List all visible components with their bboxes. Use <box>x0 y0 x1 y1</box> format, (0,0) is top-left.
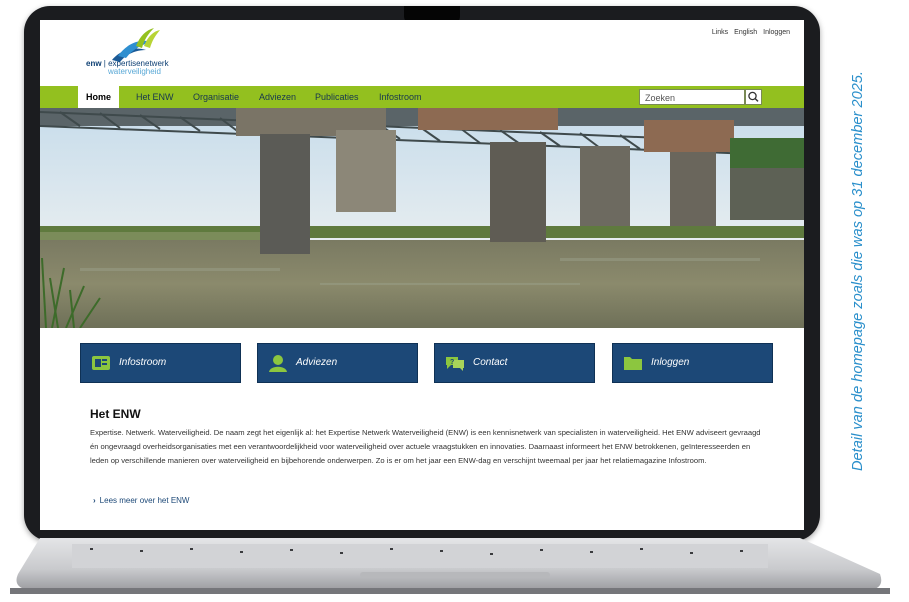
nav-item-organisatie[interactable]: Organisatie <box>193 86 239 108</box>
laptop-screen: Links English Inloggen enw | expertisene… <box>40 20 804 530</box>
nav-item-infostroom[interactable]: Infostroom <box>379 86 422 108</box>
tile-adviezen[interactable]: Adviezen <box>257 343 418 383</box>
caption-wrap: Detail van de homepage zoals die was op … <box>838 16 878 526</box>
top-link-links[interactable]: Links <box>712 29 728 36</box>
search-icon <box>748 91 759 102</box>
logo-text: enw | expertisenetwerk waterveiligheid <box>86 59 169 76</box>
nav-item-publicaties[interactable]: Publicaties <box>315 86 359 108</box>
logo-prefix: enw <box>86 59 102 68</box>
top-link-english[interactable]: English <box>734 29 757 36</box>
tile-label-infostroom: Infostroom <box>119 357 167 368</box>
read-more-link[interactable]: › Lees meer over het ENW <box>93 496 189 505</box>
newspaper-icon <box>92 356 110 370</box>
tile-label-contact: Contact <box>473 357 508 368</box>
laptop-base <box>10 538 890 594</box>
nav-item-home[interactable]: Home <box>78 86 120 108</box>
chat-question-icon: ? <box>446 357 464 371</box>
tile-contact[interactable]: ? Contact <box>434 343 595 383</box>
folder-icon <box>624 357 642 370</box>
section-title: Het ENW <box>90 407 141 421</box>
chevron-right-icon: › <box>93 496 96 505</box>
caption-text: Detail van de homepage zoals die was op … <box>850 71 866 471</box>
hero-image <box>40 108 804 328</box>
person-icon <box>269 355 287 372</box>
tile-label-adviezen: Adviezen <box>296 357 338 368</box>
top-link-inloggen[interactable]: Inloggen <box>763 29 790 36</box>
tile-infostroom[interactable]: Infostroom <box>80 343 241 383</box>
laptop-lid: Links English Inloggen enw | expertisene… <box>24 6 820 541</box>
logo-line2: waterveiligheid <box>108 67 161 76</box>
search-input[interactable]: Zoeken <box>639 89 745 105</box>
search-button[interactable] <box>745 89 762 105</box>
top-links: Links English Inloggen <box>712 29 790 36</box>
nav-item-adviezen[interactable]: Adviezen <box>259 86 296 108</box>
tile-inloggen[interactable]: Inloggen <box>612 343 773 383</box>
read-more-label: Lees meer over het ENW <box>99 496 190 505</box>
tile-label-inloggen: Inloggen <box>651 357 690 368</box>
svg-text:?: ? <box>450 359 454 366</box>
nav-item-het-enw[interactable]: Het ENW <box>136 86 174 108</box>
intro-paragraph: Expertise. Netwerk. Waterveiligheid. De … <box>90 428 761 465</box>
